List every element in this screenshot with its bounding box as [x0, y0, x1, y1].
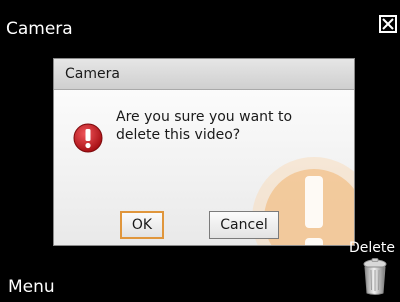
trash-icon[interactable] [362, 258, 388, 296]
alert-icon [73, 123, 103, 153]
close-icon [382, 18, 394, 30]
app-title: Camera [6, 19, 73, 39]
menu-softkey[interactable]: Menu [8, 277, 55, 297]
close-button[interactable] [379, 15, 397, 33]
confirm-dialog: Camera Are you sure you want to delete t… [53, 58, 355, 246]
dialog-titlebar: Camera [54, 59, 354, 90]
delete-softkey-label[interactable]: Delete [349, 240, 395, 256]
dialog-message: Are you sure you want to delete this vid… [116, 109, 293, 143]
dialog-title: Camera [65, 66, 120, 82]
ok-button[interactable]: OK [120, 211, 164, 239]
cancel-button[interactable]: Cancel [209, 211, 279, 239]
